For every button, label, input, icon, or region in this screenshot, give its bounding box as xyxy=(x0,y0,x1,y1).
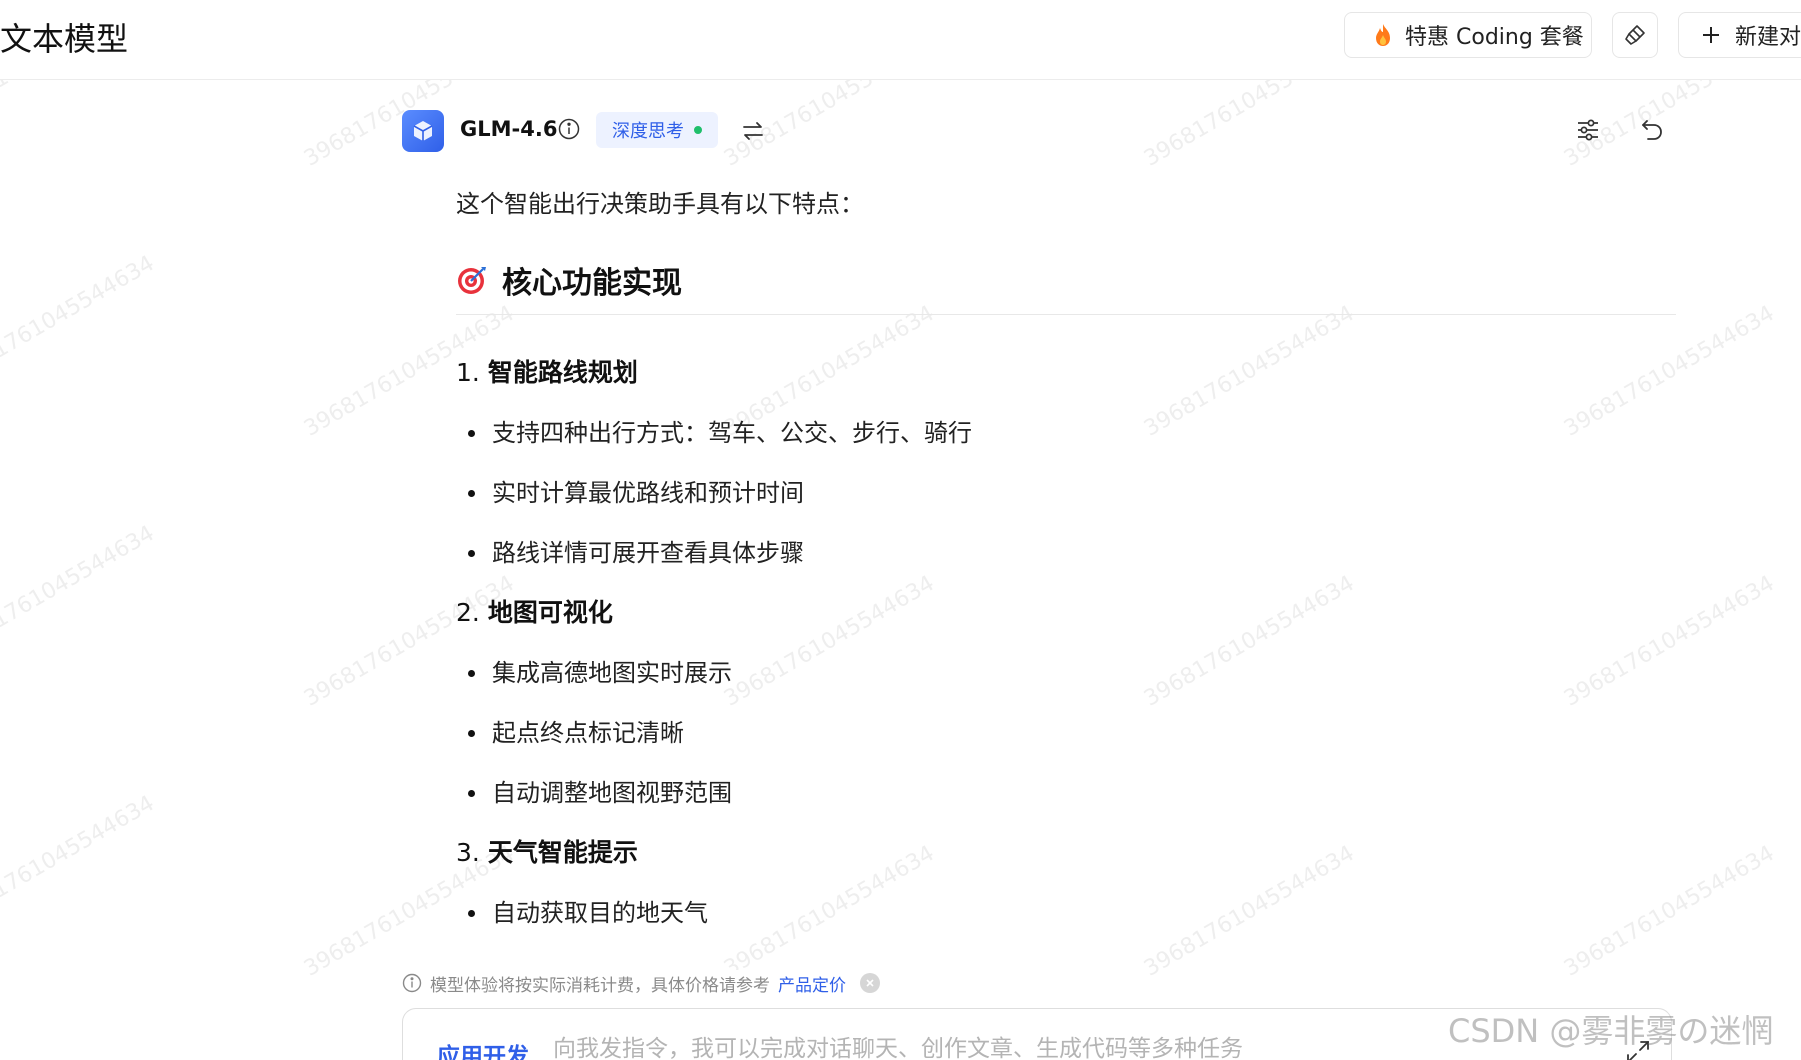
deep-think-toggle[interactable]: 深度思考 xyxy=(596,112,718,148)
section-heading: 核心功能实现 xyxy=(456,258,1676,315)
subsection-title: 2. 地图可视化 xyxy=(456,595,1676,631)
notice-close-button[interactable] xyxy=(860,973,880,993)
list-item: 起点终点标记清晰 xyxy=(456,715,1676,751)
subsection-title: 3. 天气智能提示 xyxy=(456,835,1676,871)
bullet-list: 集成高德地图实时展示 起点终点标记清晰 自动调整地图视野范围 xyxy=(456,655,1676,811)
model-name[interactable]: GLM-4.6 xyxy=(460,117,557,141)
assistant-message: 这个智能出行决策助手具有以下特点： 核心功能实现 1. 智能路线规划 支持四种出… xyxy=(456,186,1676,955)
app-dev-mode-label[interactable]: 应用开发 xyxy=(437,1037,529,1060)
chat-input[interactable] xyxy=(553,1031,1453,1060)
list-item: 支持四种出行方式：驾车、公交、步行、骑行 xyxy=(456,415,1676,451)
share-button[interactable] xyxy=(1612,12,1658,58)
top-bar: 文本模型 特惠 Coding 套餐 新建对 xyxy=(0,0,1801,80)
undo-icon[interactable] xyxy=(1638,116,1666,144)
close-icon xyxy=(866,979,874,987)
new-chat-label: 新建对 xyxy=(1735,25,1801,50)
info-icon[interactable] xyxy=(558,118,580,140)
deep-think-label: 深度思考 xyxy=(612,121,684,142)
list-item: 路线详情可展开查看具体步骤 xyxy=(456,535,1676,571)
list-item: 实时计算最优路线和预计时间 xyxy=(456,475,1676,511)
watermark-text: 39681761045544634 xyxy=(0,791,159,932)
subsection-title-text: 地图可视化 xyxy=(487,598,613,627)
list-item: 自动获取目的地天气 xyxy=(456,895,1676,931)
status-dot xyxy=(694,126,702,134)
bullet-list: 支持四种出行方式：驾车、公交、步行、骑行 实时计算最优路线和预计时间 路线详情可… xyxy=(456,415,1676,571)
billing-notice: 模型体验将按实际消耗计费，具体价格请参考 产品定价 xyxy=(402,970,886,996)
flame-icon xyxy=(1376,24,1390,46)
settings-sliders-icon[interactable] xyxy=(1574,116,1602,144)
subsection-number: 2. xyxy=(456,598,488,627)
plus-icon xyxy=(1703,27,1719,43)
paint-brush-icon xyxy=(1625,25,1645,45)
subsection-title-text: 智能路线规划 xyxy=(487,358,638,387)
heading-text: 核心功能实现 xyxy=(502,266,682,301)
switch-arrows-icon[interactable] xyxy=(740,118,766,144)
target-icon xyxy=(458,267,486,294)
watermark-text: 39681761045544634 xyxy=(0,251,159,392)
bullet-list: 自动获取目的地天气 xyxy=(456,895,1676,931)
page-title: 文本模型 xyxy=(0,20,129,58)
csdn-watermark: CSDN @雾非雾の迷惘 xyxy=(1448,1012,1774,1050)
info-icon xyxy=(402,973,422,993)
subsection-title: 1. 智能路线规划 xyxy=(456,355,1676,391)
coding-promo-label: 特惠 Coding 套餐 xyxy=(1405,25,1584,50)
new-chat-button[interactable]: 新建对 xyxy=(1678,12,1801,58)
subsection-number: 1. xyxy=(456,358,488,387)
model-logo-icon xyxy=(402,110,444,152)
list-item: 自动调整地图视野范围 xyxy=(456,775,1676,811)
intro-text: 这个智能出行决策助手具有以下特点： xyxy=(456,190,864,218)
model-bar: GLM-4.6 深度思考 xyxy=(402,108,1672,152)
list-item: 集成高德地图实时展示 xyxy=(456,655,1676,691)
coding-promo-button[interactable]: 特惠 Coding 套餐 xyxy=(1344,12,1592,58)
pricing-link[interactable]: 产品定价 xyxy=(778,971,846,996)
watermark-text: 39681761045544634 xyxy=(0,521,159,662)
subsection-title-text: 天气智能提示 xyxy=(487,838,638,867)
notice-text: 模型体验将按实际消耗计费，具体价格请参考 xyxy=(430,975,770,996)
subsection-number: 3. xyxy=(456,838,488,867)
